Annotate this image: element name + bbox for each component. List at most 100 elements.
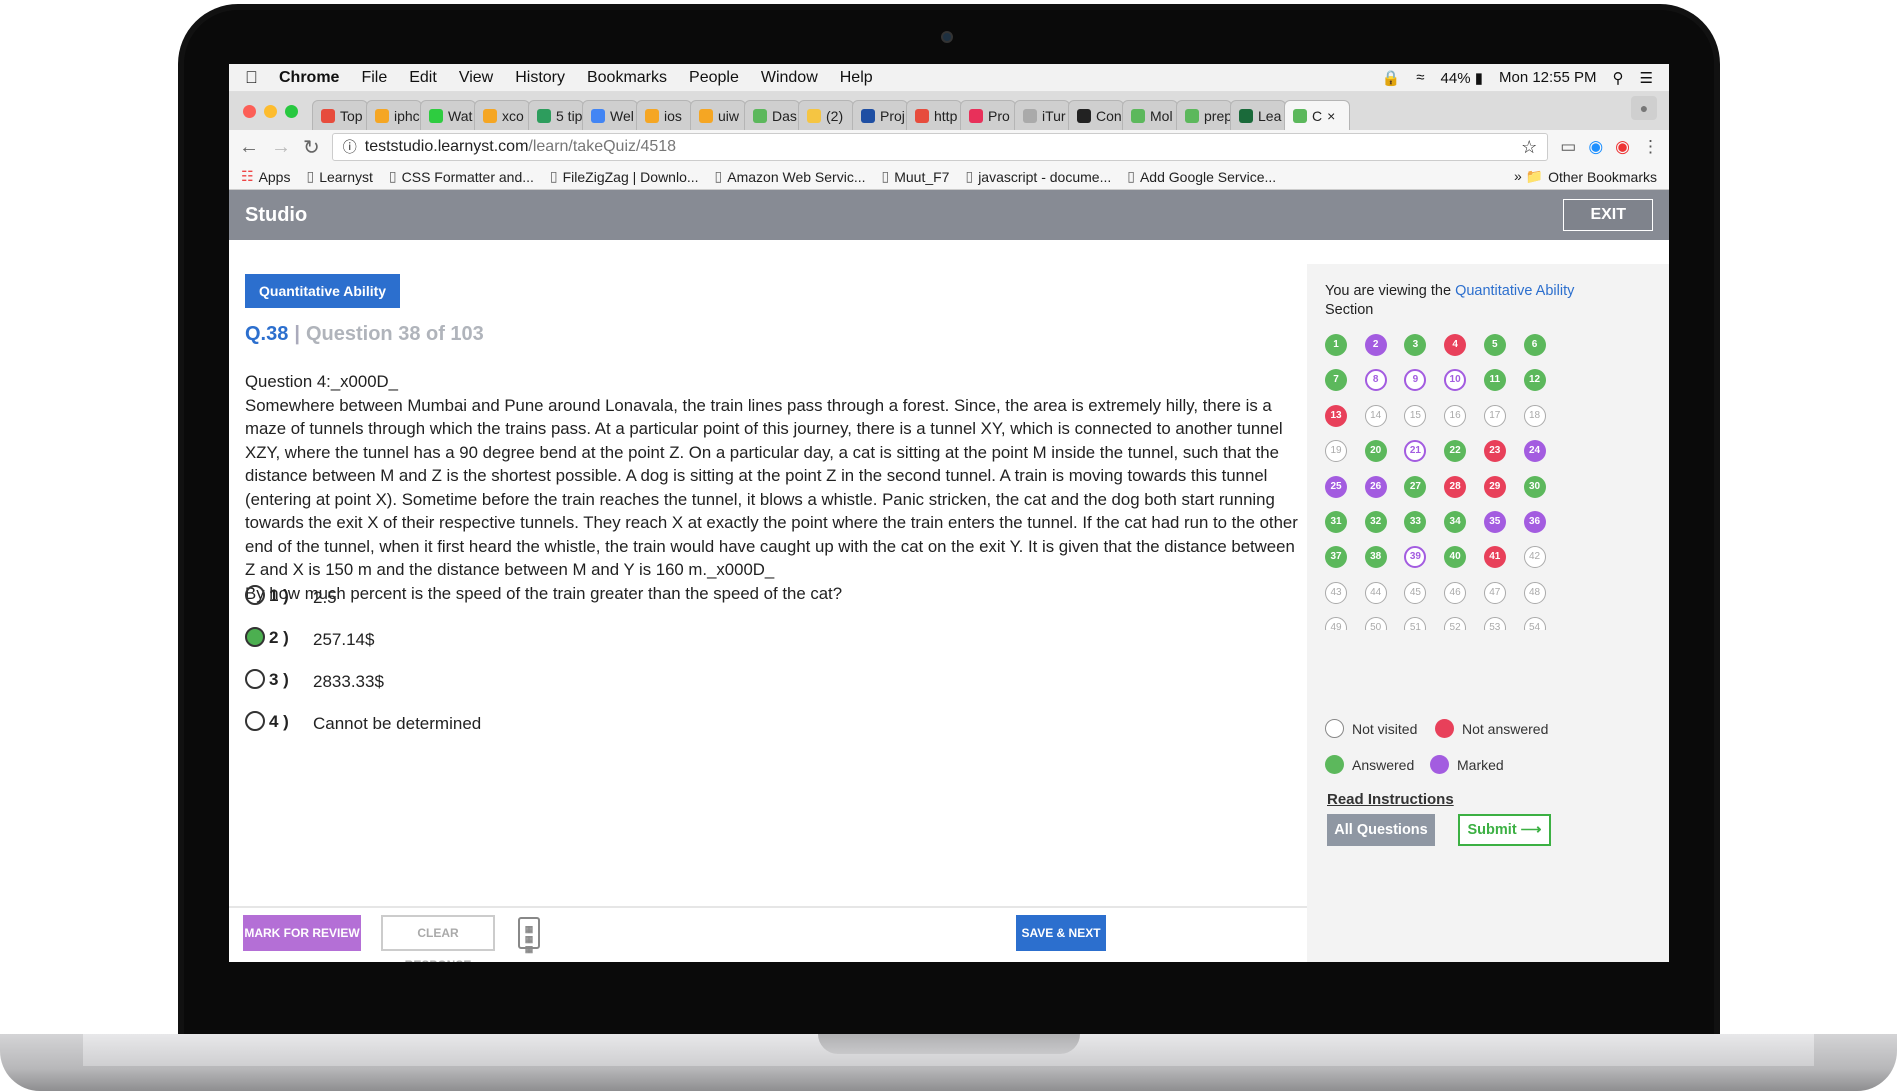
browser-tab[interactable]: Wat xyxy=(420,100,476,130)
info-icon[interactable]: ⓘ xyxy=(343,137,357,157)
browser-tab[interactable]: Lea xyxy=(1230,100,1286,130)
browser-tab[interactable]: iphc xyxy=(366,100,422,130)
profile-icon[interactable]: ● xyxy=(1631,96,1657,120)
bookmark-item[interactable]: ▯ javascript - docume... xyxy=(965,168,1111,185)
menu-bookmarks[interactable]: Bookmarks xyxy=(587,69,667,87)
close-tab-icon[interactable]: × xyxy=(1327,108,1335,124)
minimize-window-button[interactable] xyxy=(264,105,277,118)
question-bubble[interactable]: 28 xyxy=(1444,475,1467,498)
question-bubble[interactable]: 19 xyxy=(1325,440,1347,463)
question-bubble[interactable]: 32 xyxy=(1364,511,1387,533)
question-bubble[interactable]: 3 xyxy=(1404,334,1427,356)
browser-tab[interactable]: Wel xyxy=(582,100,638,130)
question-bubble[interactable]: 7 xyxy=(1325,369,1347,392)
browser-tab[interactable]: Top xyxy=(312,100,368,130)
question-bubble[interactable]: 17 xyxy=(1483,404,1506,427)
question-bubble[interactable]: 25 xyxy=(1325,475,1347,498)
cast-icon[interactable]: ▭ xyxy=(1560,137,1576,157)
bookmark-item[interactable]: ▯ Amazon Web Servic... xyxy=(715,168,866,185)
menu-file[interactable]: File xyxy=(361,69,387,87)
question-bubble[interactable]: 47 xyxy=(1483,581,1506,604)
question-bubble[interactable]: 31 xyxy=(1325,511,1347,533)
question-bubble[interactable]: 35 xyxy=(1483,511,1506,533)
question-bubble[interactable]: 20 xyxy=(1364,440,1387,463)
reload-icon[interactable]: ↻ xyxy=(303,135,320,160)
answer-option[interactable]: 2 ) 257.14$ xyxy=(245,627,481,670)
browser-tab[interactable]: http xyxy=(906,100,962,130)
exit-button[interactable]: EXIT xyxy=(1563,199,1653,231)
question-bubble[interactable]: 50 xyxy=(1364,617,1387,630)
question-bubble[interactable]: 2 xyxy=(1364,334,1387,356)
question-bubble[interactable]: 11 xyxy=(1483,369,1506,392)
question-bubble[interactable]: 8 xyxy=(1364,369,1387,392)
question-bubble[interactable]: 13 xyxy=(1325,404,1347,427)
read-instructions-link[interactable]: Read Instructions xyxy=(1327,791,1454,808)
question-bubble[interactable]: 39 xyxy=(1404,546,1427,569)
question-bubble[interactable]: 29 xyxy=(1483,475,1506,498)
bookmark-item[interactable]: ▯ CSS Formatter and... xyxy=(389,168,534,185)
answer-option[interactable]: 4 ) Cannot be determined xyxy=(245,711,481,754)
answer-option[interactable]: 1 ) 2.5 xyxy=(245,585,481,628)
close-window-button[interactable] xyxy=(243,105,256,118)
menu-chrome[interactable]: Chrome xyxy=(279,69,339,87)
submit-button[interactable]: Submit ⟶ xyxy=(1458,814,1551,846)
all-questions-button[interactable]: All Questions xyxy=(1327,814,1435,846)
clear-response-button[interactable]: CLEAR RESPONSE xyxy=(381,915,495,962)
more-menu-icon[interactable]: ⋮ xyxy=(1642,137,1659,157)
bookmark-item[interactable]: ▯ Muut_F7 xyxy=(882,168,950,185)
question-bubble[interactable]: 49 xyxy=(1325,617,1347,630)
question-bubble[interactable]: 36 xyxy=(1523,511,1546,533)
radio-button[interactable] xyxy=(245,669,265,689)
extension-icon[interactable]: ◉ xyxy=(1588,137,1603,157)
question-bubble[interactable]: 18 xyxy=(1523,404,1546,427)
question-bubble[interactable]: 42 xyxy=(1523,546,1546,569)
browser-tab[interactable]: Con xyxy=(1068,100,1124,130)
search-icon[interactable]: ⚲ xyxy=(1613,69,1624,87)
menu-view[interactable]: View xyxy=(459,69,493,87)
bookmark-item[interactable]: ▯ FileZigZag | Downlo... xyxy=(550,168,699,185)
mark-for-review-button[interactable]: MARK FOR REVIEW xyxy=(243,915,361,951)
browser-tab[interactable]: C × xyxy=(1284,100,1350,130)
question-bubble[interactable]: 16 xyxy=(1444,404,1467,427)
clock[interactable]: Mon 12:55 PM xyxy=(1499,69,1597,86)
menu-window[interactable]: Window xyxy=(761,69,818,87)
browser-tab[interactable]: uiw xyxy=(690,100,746,130)
browser-tab[interactable]: Das xyxy=(744,100,800,130)
apple-icon[interactable]:  xyxy=(245,68,261,88)
other-bookmarks[interactable]: » 📁 Other Bookmarks xyxy=(1514,168,1657,185)
lock-icon[interactable]: 🔒 xyxy=(1382,69,1401,87)
browser-tab[interactable]: Mol xyxy=(1122,100,1178,130)
question-bubble[interactable]: 26 xyxy=(1364,475,1387,498)
question-bubble[interactable]: 1 xyxy=(1325,334,1347,356)
question-bubble[interactable]: 10 xyxy=(1444,369,1467,392)
forward-icon[interactable]: → xyxy=(271,136,291,159)
question-bubble[interactable]: 6 xyxy=(1523,334,1546,356)
browser-tab[interactable]: 5 tip xyxy=(528,100,584,130)
radio-button[interactable] xyxy=(245,627,265,647)
question-bubble[interactable]: 22 xyxy=(1444,440,1467,463)
question-bubble[interactable]: 43 xyxy=(1325,581,1347,604)
question-bubble[interactable]: 5 xyxy=(1483,334,1506,356)
extension-badge-icon[interactable]: ◉ xyxy=(1615,137,1630,157)
question-bubble[interactable]: 40 xyxy=(1444,546,1467,569)
browser-tab[interactable]: xco xyxy=(474,100,530,130)
question-bubble[interactable]: 46 xyxy=(1444,581,1467,604)
question-bubble[interactable]: 51 xyxy=(1404,617,1427,630)
browser-tab[interactable]: ios xyxy=(636,100,692,130)
wifi-icon[interactable]: ≈ xyxy=(1416,69,1424,86)
question-bubble[interactable]: 52 xyxy=(1444,617,1467,630)
browser-tab[interactable]: prep xyxy=(1176,100,1232,130)
question-bubble[interactable]: 41 xyxy=(1483,546,1506,569)
question-bubble[interactable]: 38 xyxy=(1364,546,1387,569)
save-next-button[interactable]: SAVE & NEXT xyxy=(1016,915,1106,951)
bookmark-item[interactable]: ☷ Apps xyxy=(241,168,290,185)
question-bubble[interactable]: 23 xyxy=(1483,440,1506,463)
question-bubble[interactable]: 30 xyxy=(1523,475,1546,498)
star-icon[interactable]: ☆ xyxy=(1521,137,1537,158)
question-bubble[interactable]: 27 xyxy=(1404,475,1427,498)
menu-history[interactable]: History xyxy=(515,69,565,87)
browser-tab[interactable]: (2) xyxy=(798,100,854,130)
question-bubble[interactable]: 45 xyxy=(1404,581,1427,604)
question-bubble[interactable]: 54 xyxy=(1523,617,1546,630)
list-icon[interactable]: ☰ xyxy=(1640,69,1653,87)
